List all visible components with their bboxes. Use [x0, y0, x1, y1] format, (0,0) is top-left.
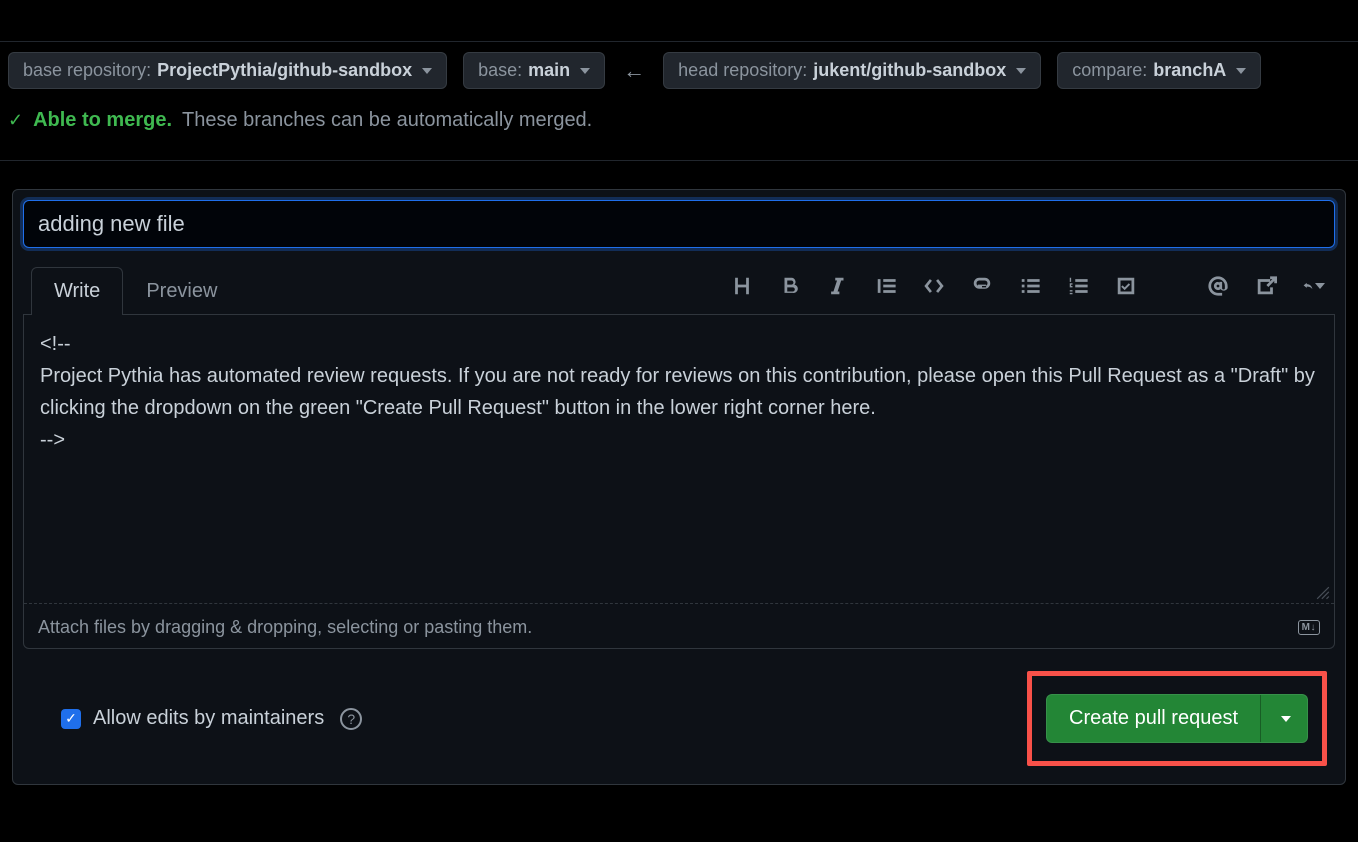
editor-tabs: Write Preview: [31, 266, 240, 314]
mention-icon[interactable]: [1207, 275, 1229, 297]
markdown-toolbar: [731, 275, 1335, 305]
base-repo-label: base repository:: [23, 60, 151, 81]
submit-highlight-box: Create pull request: [1027, 671, 1327, 766]
italic-icon[interactable]: [827, 275, 849, 297]
create-pull-request-button[interactable]: Create pull request: [1046, 694, 1308, 743]
create-pr-dropdown-toggle[interactable]: [1260, 695, 1307, 742]
merge-status-auto: These branches can be automatically merg…: [182, 109, 592, 132]
ordered-list-icon[interactable]: [1067, 275, 1089, 297]
attach-hint-text: Attach files by dragging & dropping, sel…: [38, 617, 532, 638]
pull-request-form: Write Preview Attach files by dragging &…: [12, 189, 1346, 785]
create-pr-label: Create pull request: [1047, 695, 1260, 742]
quote-icon[interactable]: [875, 275, 897, 297]
merge-status-able: Able to merge.: [33, 109, 172, 132]
checkbox-checked-icon: ✓: [61, 709, 81, 729]
caret-down-icon: [422, 68, 432, 74]
tab-write[interactable]: Write: [31, 267, 123, 315]
branch-selector-row: base repository: ProjectPythia/github-sa…: [0, 42, 1358, 99]
editor-header: Write Preview: [23, 266, 1335, 315]
attach-files-hint[interactable]: Attach files by dragging & dropping, sel…: [24, 607, 1334, 648]
tab-preview[interactable]: Preview: [123, 267, 240, 315]
check-icon: ✓: [8, 110, 23, 131]
allow-edits-checkbox[interactable]: ✓ Allow edits by maintainers ?: [61, 707, 362, 730]
cross-reference-icon[interactable]: [1255, 275, 1277, 297]
base-repository-selector[interactable]: base repository: ProjectPythia/github-sa…: [8, 52, 447, 89]
caret-down-icon: [1281, 716, 1291, 722]
help-icon[interactable]: ?: [340, 708, 362, 730]
heading-icon[interactable]: [731, 275, 753, 297]
compare-branch-value: branchA: [1153, 60, 1226, 81]
pr-title-input[interactable]: [23, 200, 1335, 248]
reply-icon[interactable]: [1303, 275, 1325, 297]
caret-down-icon: [580, 68, 590, 74]
base-branch-label: base:: [478, 60, 522, 81]
code-icon[interactable]: [923, 275, 945, 297]
markdown-badge-icon[interactable]: M↓: [1298, 620, 1320, 635]
head-repo-value: jukent/github-sandbox: [813, 60, 1006, 81]
caret-down-icon: [1016, 68, 1026, 74]
link-icon[interactable]: [971, 275, 993, 297]
arrow-left-icon: ←: [621, 58, 647, 84]
allow-edits-label: Allow edits by maintainers: [93, 707, 324, 730]
task-list-icon[interactable]: [1115, 275, 1137, 297]
base-repo-value: ProjectPythia/github-sandbox: [157, 60, 412, 81]
compare-branch-selector[interactable]: compare: branchA: [1057, 52, 1261, 89]
base-branch-selector[interactable]: base: main: [463, 52, 605, 89]
compare-branch-label: compare:: [1072, 60, 1147, 81]
caret-down-icon: [1236, 68, 1246, 74]
head-repo-label: head repository:: [678, 60, 807, 81]
pr-body-textarea[interactable]: [24, 314, 1334, 604]
head-repository-selector[interactable]: head repository: jukent/github-sandbox: [663, 52, 1041, 89]
base-branch-value: main: [528, 60, 570, 81]
bold-icon[interactable]: [779, 275, 801, 297]
top-bar: [0, 0, 1358, 42]
merge-status: ✓ Able to merge. These branches can be a…: [0, 99, 1358, 161]
unordered-list-icon[interactable]: [1019, 275, 1041, 297]
body-editor-wrap: Attach files by dragging & dropping, sel…: [23, 314, 1335, 649]
form-footer: ✓ Allow edits by maintainers ? Create pu…: [23, 649, 1335, 774]
